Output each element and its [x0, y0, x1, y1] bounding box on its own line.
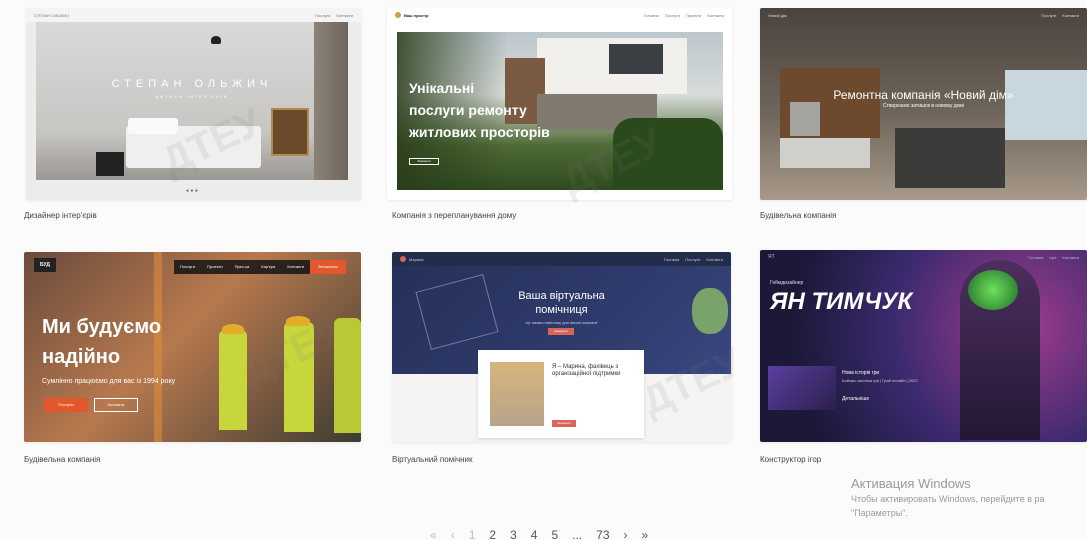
carousel-dots[interactable]: ● ● ●	[186, 188, 198, 194]
page-4-button[interactable]: 4	[531, 528, 538, 540]
last-page-button[interactable]: 73	[596, 528, 609, 540]
site-nav: Послуги Проекти Прес-ка Кар'єра Контакти…	[174, 260, 346, 274]
hero-title-line-2: послуги ремонту	[409, 102, 527, 118]
hero-subtitle: Створюємо затишок в новому домі	[883, 103, 964, 109]
template-thumbnail[interactable]: Новий дім Послуги Контакти Ремонтна компан…	[760, 8, 1087, 200]
hero-subtitle: Це назва помічниці для вашої компанії	[525, 320, 598, 325]
hero-subtitle: Сумлінно працюємо для вас із 1994 року	[42, 378, 176, 385]
page-2-button[interactable]: 2	[489, 528, 496, 540]
nav-item[interactable]: Послуги	[174, 260, 201, 274]
hero-title-line-1: Ваша віртуальна	[518, 290, 605, 302]
site-logo: БУД	[34, 258, 56, 272]
hero-title-line-1: Унікальні	[409, 80, 475, 96]
windows-activation-notice: Активация Windows Чтобы активировать Win…	[851, 476, 1045, 519]
brand-icon	[395, 12, 401, 18]
pagination: « ‹ 1 2 3 4 5 ... 73 › »	[430, 528, 648, 540]
hero-button-primary[interactable]: Послуги	[44, 398, 88, 412]
nav-cta-button[interactable]: Зв'язатися	[309, 260, 346, 274]
game-button[interactable]: Детальніше	[842, 396, 869, 402]
template-caption: Будівельна компанія	[760, 211, 837, 220]
hero-title: ЯН ТИМЧУК	[770, 288, 913, 315]
hero-button-secondary[interactable]: Контакти	[94, 398, 138, 412]
nav-item[interactable]: Контакти	[281, 260, 310, 274]
hero-title-line-3: житлових просторів	[409, 124, 550, 140]
hero-subtitle: ДИЗАЙН ІНТЕР'ЄРІВ	[155, 94, 229, 99]
bio-button[interactable]: Замовити	[552, 420, 576, 427]
bio-title: Я – Марина, фахівець з організаційної пі…	[552, 364, 621, 377]
next-page-button[interactable]: ›	[624, 528, 628, 540]
prev-page-button[interactable]: ‹	[451, 528, 455, 540]
template-gallery: СТЕПАН ОЛЬЖИЧ Послуги Контакти СТЕПАН ОЛЬЖ…	[0, 0, 1087, 540]
template-caption: Конструктор ігор	[760, 455, 822, 464]
hero-button[interactable]: Замовити	[409, 158, 439, 165]
template-thumbnail[interactable]: Ваш простір Головна Послуги Проекти Контакт…	[387, 8, 732, 200]
nav-item[interactable]: Прес-ка	[229, 260, 256, 274]
template-caption: Компанія з перепланування дому	[392, 211, 517, 220]
hero-title-line-2: надійно	[42, 346, 121, 368]
template-thumbnail[interactable]: ЯТ Головна Ігри Контакти Геймдизайнер ЯН ТИ…	[760, 250, 1087, 442]
nav-item[interactable]: Кар'єра	[255, 260, 281, 274]
hero-title-line-1: Ми будуємо	[42, 316, 162, 338]
template-caption: Дизайнер інтер'єрів	[24, 211, 97, 220]
template-thumbnail[interactable]: Марина Головна Послуги Контакти Ваша вірту…	[392, 252, 731, 442]
windows-activation-title: Активация Windows	[851, 476, 971, 491]
first-page-button[interactable]: «	[430, 528, 437, 540]
windows-activation-line-2: "Параметры".	[851, 508, 908, 518]
page-5-button[interactable]: 5	[551, 528, 558, 540]
pagination-ellipsis: ...	[572, 528, 583, 540]
hero-button[interactable]: Замовити	[548, 328, 574, 335]
site-brand: Ваш простір	[404, 12, 429, 18]
game-meta: Бойова система гри | Грай онлайн | 2022	[842, 378, 918, 383]
last-page-arrow-button[interactable]: »	[642, 528, 649, 540]
template-thumbnail[interactable]: СТЕПАН ОЛЬЖИЧ Послуги Контакти СТЕПАН ОЛЬЖ…	[26, 8, 361, 200]
template-caption: Віртуальний помічник	[392, 455, 473, 464]
site-brand: СТЕПАН ОЛЬЖИЧ	[34, 12, 69, 18]
template-thumbnail[interactable]: БУД Послуги Проекти Прес-ка Кар'єра Конт…	[24, 252, 361, 442]
hero-title: СТЕПАН ОЛЬЖИЧ	[111, 78, 273, 90]
page-3-button[interactable]: 3	[510, 528, 517, 540]
avatar	[490, 362, 544, 426]
page-1-button[interactable]: 1	[469, 528, 476, 540]
nav-item[interactable]: Проекти	[201, 260, 228, 274]
windows-activation-line-1: Чтобы активировать Windows, перейдите в …	[851, 494, 1045, 504]
game-title: Нова історія гри	[842, 370, 880, 376]
brand-icon	[400, 256, 406, 262]
template-caption: Будівельна компанія	[24, 455, 101, 464]
hero-subtitle: Геймдизайнер	[770, 280, 804, 286]
hero-title: Ремонтна компанія «Новий дім»	[833, 88, 1014, 102]
hero-title-line-2: помічниця	[535, 304, 588, 316]
